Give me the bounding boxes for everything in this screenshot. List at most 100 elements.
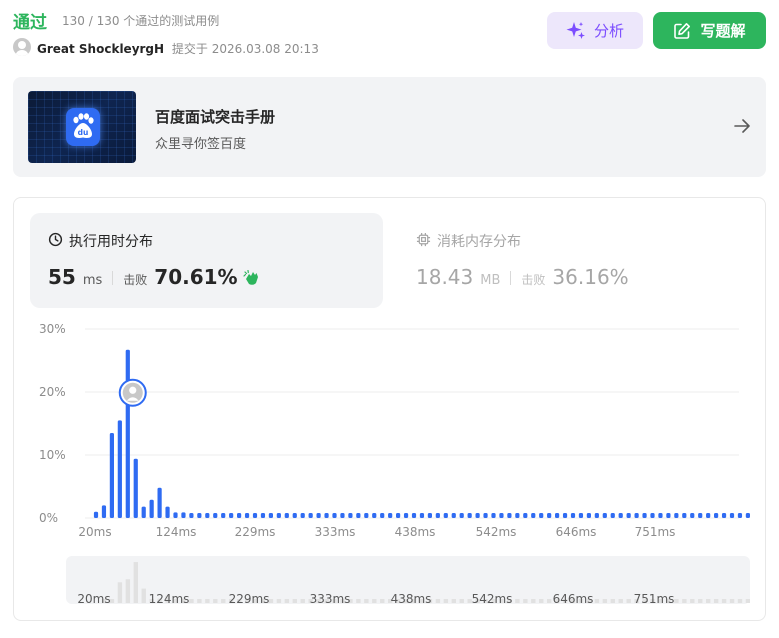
chart-bar[interactable]	[634, 512, 639, 518]
chart-bar[interactable]	[332, 512, 337, 518]
mini-bar	[626, 599, 631, 603]
chart-bar[interactable]	[165, 506, 170, 518]
chart-bar[interactable]	[650, 512, 655, 518]
range-selector-chart[interactable]: 20ms 124ms 229ms 333ms 438ms 542ms 646ms 751ms	[66, 556, 750, 604]
chart-bar[interactable]	[721, 512, 727, 518]
memory-tab[interactable]: 消耗内存分布	[416, 231, 521, 251]
chart-bar[interactable]	[499, 512, 504, 518]
chart-bar[interactable]	[244, 512, 250, 518]
banner-subtitle: 众里寻你签百度	[155, 137, 247, 152]
chart-bar[interactable]	[372, 512, 377, 518]
chart-bar[interactable]	[515, 512, 520, 518]
arrow-right-icon[interactable]	[733, 117, 751, 139]
chart-bar[interactable]	[658, 512, 663, 518]
chart-bar[interactable]	[435, 512, 440, 518]
chart-bar[interactable]	[229, 512, 234, 518]
chart-bar[interactable]	[427, 512, 432, 518]
chart-bar[interactable]	[539, 512, 544, 518]
chart-bar[interactable]	[451, 512, 456, 518]
chart-bar[interactable]	[396, 512, 401, 518]
chart-bar[interactable]	[316, 512, 321, 518]
chart-bar[interactable]	[483, 512, 488, 518]
chart-bar[interactable]	[586, 512, 591, 518]
chart-bar[interactable]	[745, 512, 750, 518]
chart-bar[interactable]	[507, 512, 512, 518]
chart-bar[interactable]	[300, 512, 305, 518]
chart-bar[interactable]	[268, 512, 273, 518]
chart-bar[interactable]	[117, 420, 122, 518]
chart-bar[interactable]	[237, 512, 242, 518]
chart-bar[interactable]	[682, 512, 687, 518]
chart-bar[interactable]	[189, 512, 194, 518]
chart-bar[interactable]	[388, 512, 393, 518]
runtime-card[interactable]: 执行用时分布 55 ms 击败 70.61%	[30, 213, 383, 308]
chart-bar[interactable]	[610, 512, 615, 518]
mini-x-tick-label: 438ms	[391, 592, 432, 604]
chart-bar[interactable]	[324, 512, 329, 518]
chart-bar[interactable]	[252, 512, 258, 518]
chart-bar[interactable]	[467, 512, 472, 518]
chart-bar[interactable]	[141, 506, 146, 518]
write-solution-button[interactable]: 写题解	[653, 12, 766, 49]
chart-bar[interactable]	[729, 512, 735, 518]
chart-bar[interactable]	[205, 512, 210, 518]
chart-bar[interactable]	[674, 512, 679, 518]
chart-bar[interactable]	[260, 512, 266, 518]
chart-bar[interactable]	[284, 512, 289, 518]
chart-bar[interactable]	[706, 512, 711, 518]
chart-bar[interactable]	[125, 349, 130, 518]
chart-bar[interactable]	[475, 512, 480, 518]
chart-bar[interactable]	[578, 512, 584, 518]
promo-banner[interactable]: du 百度面试突击手册 众里寻你签百度	[13, 77, 766, 177]
username-link[interactable]: Great ShockleyrgH	[37, 42, 164, 56]
chart-bar[interactable]	[101, 505, 107, 518]
chart-bar[interactable]	[690, 512, 695, 518]
chart-bar[interactable]	[308, 512, 313, 518]
chart-bar[interactable]	[666, 512, 671, 518]
chart-bar[interactable]	[403, 512, 409, 518]
mini-bar	[721, 599, 727, 603]
mini-bar	[284, 599, 290, 603]
chart-bar[interactable]	[197, 512, 202, 518]
chart-bar[interactable]	[364, 512, 369, 518]
chart-bar[interactable]	[602, 512, 607, 518]
chart-bar[interactable]	[181, 512, 186, 518]
chart-bar[interactable]	[93, 511, 99, 518]
chart-bar[interactable]	[626, 512, 631, 518]
chart-bar[interactable]	[292, 512, 297, 518]
chart-bar[interactable]	[133, 458, 138, 518]
chart-bar[interactable]	[443, 512, 448, 518]
chart-bar[interactable]	[411, 512, 417, 518]
your-result-avatar-marker[interactable]	[118, 378, 147, 407]
chart-bar[interactable]	[419, 512, 425, 518]
chart-bar[interactable]	[221, 512, 226, 518]
chart-bar[interactable]	[173, 512, 178, 518]
chart-bar[interactable]	[642, 512, 647, 518]
chart-bar[interactable]	[714, 512, 719, 518]
chart-bar[interactable]	[523, 512, 528, 518]
chart-bar[interactable]	[737, 512, 743, 518]
chart-bar[interactable]	[594, 512, 599, 518]
chart-bar[interactable]	[562, 512, 568, 518]
chart-bar[interactable]	[157, 487, 162, 518]
chart-bar[interactable]	[149, 499, 154, 518]
chart-bar[interactable]	[698, 512, 703, 518]
chart-bar[interactable]	[276, 512, 281, 518]
chart-bar[interactable]	[459, 512, 464, 518]
chart-bar[interactable]	[340, 512, 345, 518]
runtime-distribution-chart[interactable]: 30% 20% 10% 0% 20ms 124ms 229ms 333ms 438ms 542ms…	[13, 318, 753, 546]
avatar[interactable]	[13, 38, 31, 56]
chart-bar[interactable]	[555, 512, 560, 518]
chart-bar[interactable]	[531, 512, 536, 518]
chart-bar[interactable]	[547, 512, 552, 518]
chart-bar[interactable]	[570, 512, 576, 518]
chart-bar[interactable]	[213, 512, 218, 518]
mini-bar	[737, 599, 743, 603]
chart-bar[interactable]	[380, 512, 385, 518]
analyze-button[interactable]: 分析	[547, 12, 643, 49]
chart-bar[interactable]	[618, 512, 623, 518]
chart-bar[interactable]	[348, 512, 353, 518]
chart-bar[interactable]	[356, 512, 361, 518]
chart-bar[interactable]	[109, 432, 114, 518]
chart-bar[interactable]	[491, 512, 496, 518]
